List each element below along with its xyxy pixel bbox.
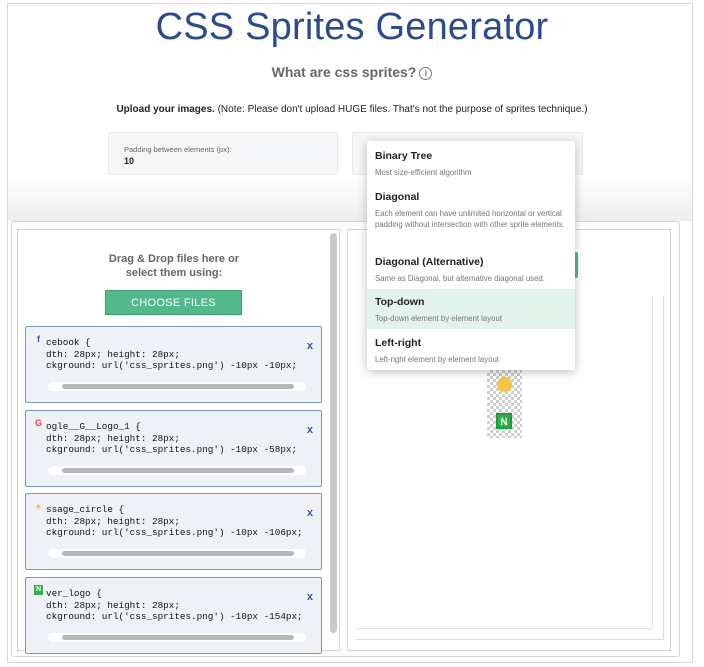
option-title: Left-right	[375, 337, 422, 349]
css-line: dth: 28px; height: 28px;	[46, 515, 180, 527]
sprite-card-naver: N ver_logo {dth: 28px; height: 28px; ckgr…	[25, 577, 322, 654]
css-line: cebook {	[46, 337, 91, 348]
option-title: Diagonal (Alternative)	[375, 256, 484, 268]
option-description: Most size-efficient algorithm	[375, 168, 472, 177]
facebook-icon: f	[37, 334, 40, 344]
css-line: ckground: url('css_sprites.png') -10px -…	[46, 527, 303, 538]
css-line: dth: 28px; height: 28px;	[46, 599, 180, 611]
remove-card-button[interactable]: x	[307, 507, 313, 519]
page: CSS Sprites Generator What are css sprit…	[0, 0, 704, 667]
option-description: Each element can have unlimited horizont…	[375, 209, 565, 229]
option-title: Top-down	[375, 296, 425, 308]
option-top-down[interactable]: Top-down Top-down element by element lay…	[367, 289, 575, 329]
card-scrollbar[interactable]	[62, 468, 294, 473]
upload-heading: Upload your images.	[116, 104, 215, 115]
padding-value[interactable]: 10	[124, 156, 134, 166]
option-description: Top-down element by element layout	[375, 314, 502, 323]
naver-icon: N	[34, 585, 43, 595]
option-left-right[interactable]: Left-right Left-right element by element…	[367, 329, 575, 370]
message-circle-icon: ●	[35, 501, 42, 511]
css-line: ckground: url('css_sprites.png') -10px -…	[46, 611, 303, 622]
message-circle-sprite-icon	[497, 377, 512, 392]
padding-input[interactable]: Padding between elements (px): 10	[108, 132, 338, 175]
sprite-card-google: G ogle__G__Logo_1 {dth: 28px; height: 28…	[25, 410, 322, 487]
option-diagonal-alternative[interactable]: Diagonal (Alternative) Same as Diagonal,…	[367, 250, 575, 289]
css-code: ver_logo {dth: 28px; height: 28px; ckgrou…	[46, 588, 303, 623]
css-code: ogle__G__Logo_1 {dth: 28px; height: 28px…	[46, 421, 297, 456]
padding-label: Padding between elements (px):	[124, 145, 232, 154]
css-code: ssage_circle {dth: 28px; height: 28px; ck…	[46, 504, 303, 539]
css-line: dth: 28px; height: 28px;	[46, 348, 180, 360]
google-icon: G	[34, 418, 42, 428]
css-line: ssage_circle {	[46, 504, 125, 515]
choose-files-button[interactable]: CHOOSE FILES	[105, 290, 242, 315]
what-are-sprites-link[interactable]: What are css sprites? i	[0, 64, 704, 80]
sprite-card-facebook: f cebook {dth: 28px; height: 28px; ckgrou…	[25, 326, 322, 403]
dropzone-text: Drag & Drop files here or select them us…	[84, 252, 264, 280]
subtitle-text[interactable]: What are css sprites?	[272, 64, 417, 80]
remove-card-button[interactable]: x	[307, 424, 313, 436]
card-scrollbar[interactable]	[62, 384, 294, 389]
option-binary-tree[interactable]: Binary Tree Most size-efficient algorith…	[367, 141, 575, 183]
upload-instructions: Upload your images. (Note: Please don't …	[0, 104, 704, 115]
css-line: dth: 28px; height: 28px;	[46, 432, 180, 444]
card-scrollbar[interactable]	[62, 635, 294, 640]
page-title: CSS Sprites Generator	[155, 6, 549, 48]
files-panel-scrollbar[interactable]	[330, 233, 337, 633]
algorithm-dropdown-menu: Binary Tree Most size-efficient algorith…	[367, 141, 575, 370]
option-title: Binary Tree	[375, 150, 433, 162]
option-description: Left-right element by element layout	[375, 355, 499, 364]
upload-note-text: (Note: Please don't upload HUGE files. T…	[214, 104, 588, 115]
option-title: Diagonal	[375, 191, 420, 203]
info-icon[interactable]: i	[419, 67, 433, 80]
css-line: ckground: url('css_sprites.png') -10px -…	[46, 444, 298, 455]
sprite-card-message-circle: ● ssage_circle {dth: 28px; height: 28px;…	[25, 493, 322, 570]
css-code: cebook {dth: 28px; height: 28px; ckground…	[46, 337, 297, 372]
css-line: ogle__G__Logo_1 {	[46, 421, 141, 432]
remove-card-button[interactable]: x	[307, 591, 313, 603]
card-scrollbar[interactable]	[62, 551, 294, 556]
option-diagonal[interactable]: Diagonal Each element can have unlimited…	[367, 183, 575, 250]
css-line: ckground: url('css_sprites.png') -10px -…	[46, 360, 298, 371]
option-description: Same as Diagonal, but alternative diagon…	[375, 274, 545, 283]
dropzone-line-2: select them using:	[125, 267, 223, 279]
naver-sprite-icon: N	[496, 413, 512, 429]
remove-card-button[interactable]: x	[307, 340, 313, 352]
dropzone-line-1: Drag & Drop files here or	[108, 253, 240, 265]
overlay-fade	[8, 176, 692, 221]
css-line: ver_logo {	[46, 588, 102, 599]
